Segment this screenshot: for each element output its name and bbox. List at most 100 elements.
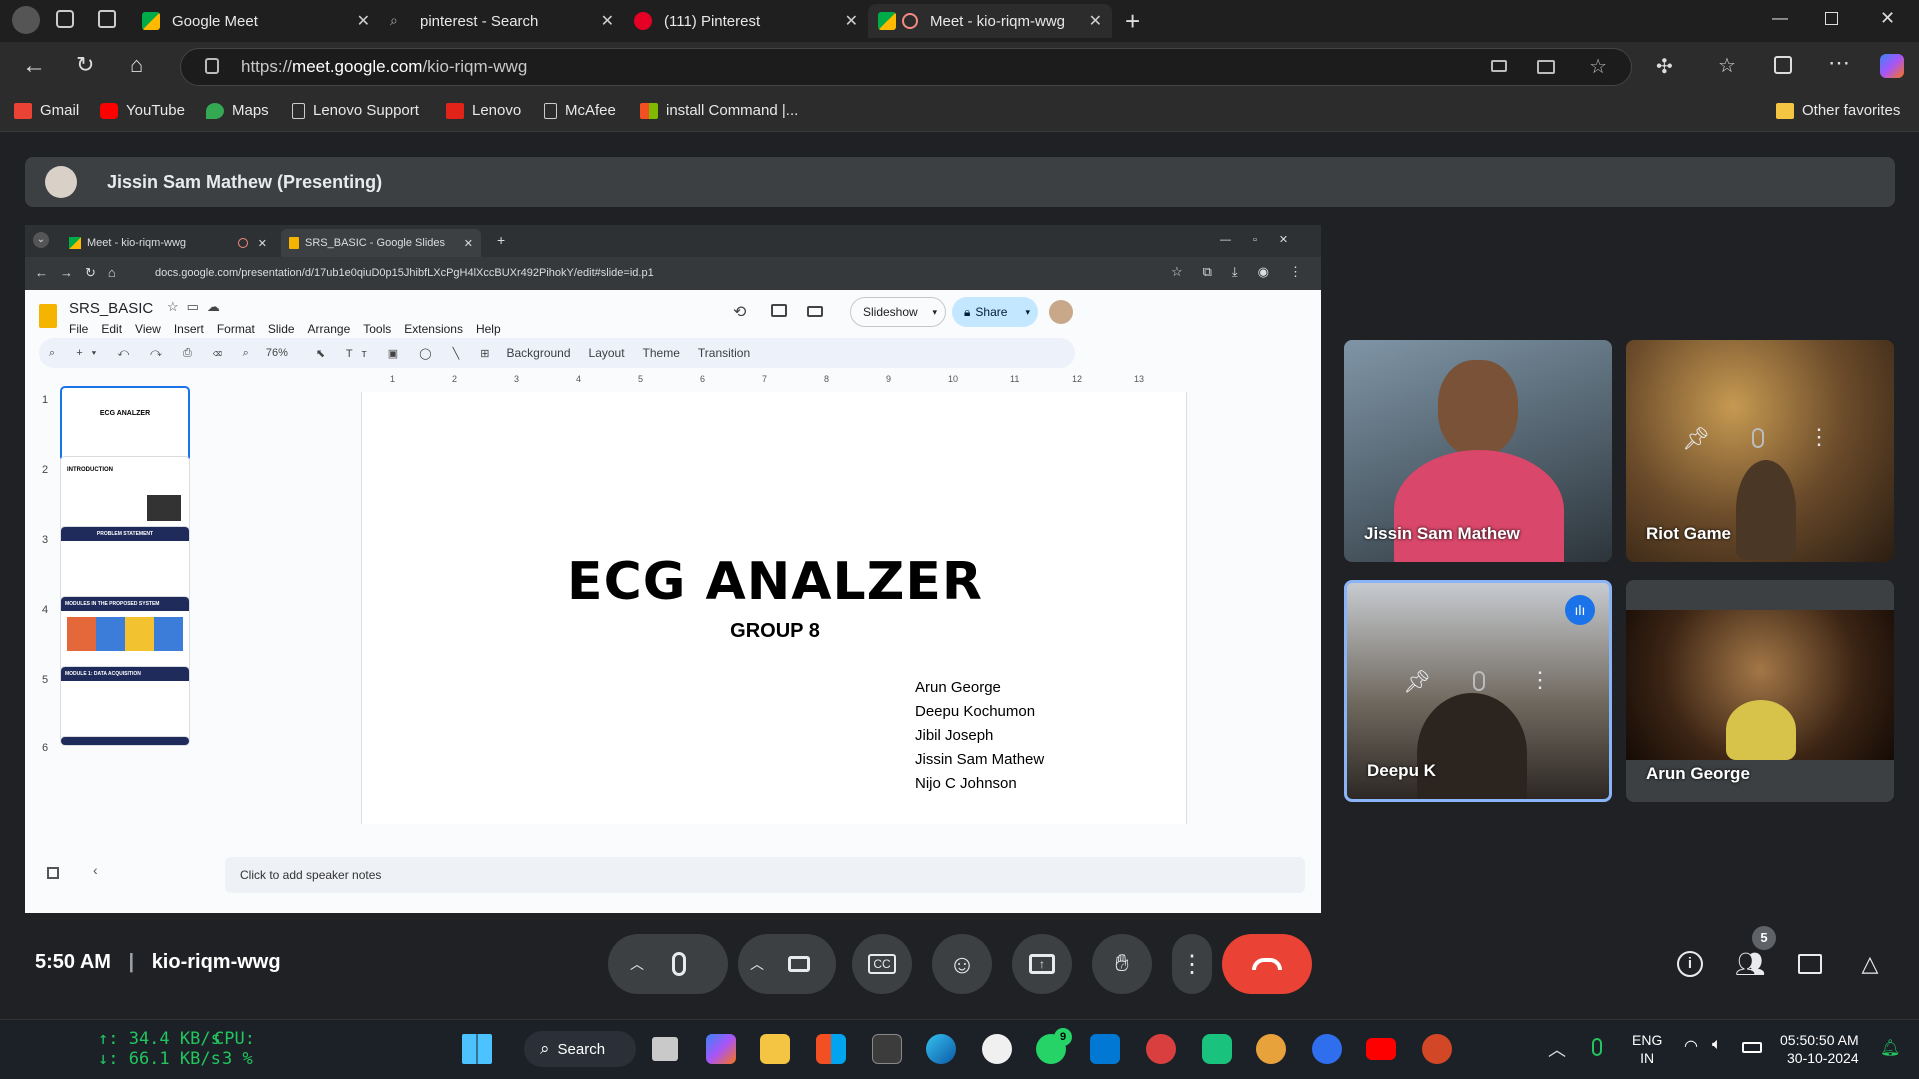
cast-icon[interactable] xyxy=(1537,60,1555,74)
participant-tile-active[interactable]: ılı 📌︎ ⋮ Deepu K xyxy=(1344,580,1612,802)
more-options-button[interactable]: ⋮ xyxy=(1172,934,1212,994)
favorite-lenovo[interactable]: Lenovo xyxy=(446,102,521,119)
copilot-icon[interactable] xyxy=(706,1034,736,1064)
microphone-icon[interactable] xyxy=(1473,671,1485,691)
chat-button[interactable] xyxy=(1792,946,1828,982)
wifi-icon[interactable]: ◠ xyxy=(1684,1036,1698,1056)
profile-avatar[interactable] xyxy=(12,6,40,34)
camera-in-use-icon[interactable] xyxy=(1491,60,1507,72)
favorites-icon[interactable]: ☆ xyxy=(1718,53,1736,78)
task-view-icon[interactable] xyxy=(652,1037,678,1061)
new-tab-button[interactable]: + xyxy=(1125,6,1140,37)
favorite-gmail[interactable]: Gmail xyxy=(14,102,79,119)
address-bar[interactable]: https://meet.google.com/kio-riqm-wwg ☆ xyxy=(180,48,1632,86)
close-window-button[interactable]: ✕ xyxy=(1880,8,1895,29)
meeting-details-button[interactable]: i xyxy=(1672,946,1708,982)
browser-tab-pinterest[interactable]: (111) Pinterest ✕ xyxy=(624,4,868,38)
chat-icon[interactable] xyxy=(1798,954,1822,974)
emoji-icon[interactable]: ☺ xyxy=(949,949,976,980)
present-button[interactable]: ↑ xyxy=(1012,934,1072,994)
maximize-button[interactable] xyxy=(1825,12,1838,25)
microphone-icon[interactable] xyxy=(1592,1038,1602,1056)
favorite-lenovo-support[interactable]: Lenovo Support xyxy=(292,102,419,119)
language-indicator[interactable]: ENG IN xyxy=(1632,1031,1662,1067)
more-options-icon[interactable]: ⋮ xyxy=(1808,424,1830,450)
chevron-up-icon[interactable]: ︿ xyxy=(1548,1036,1566,1062)
battery-icon[interactable] xyxy=(1742,1042,1762,1053)
hand-icon[interactable]: ✋︎ xyxy=(1115,950,1129,978)
camera-icon[interactable] xyxy=(788,956,810,972)
whatsapp-badge: 9 xyxy=(1054,1028,1072,1046)
browser-tab-pinterest-search[interactable]: ⌕ pinterest - Search ✕ xyxy=(380,4,624,38)
favorite-star-icon[interactable]: ☆ xyxy=(1589,54,1607,79)
app-icon[interactable] xyxy=(1146,1034,1176,1064)
chevron-up-icon[interactable]: ︿ xyxy=(750,954,764,974)
activities-button[interactable]: △ xyxy=(1852,946,1888,982)
back-button[interactable]: ← xyxy=(22,52,46,80)
pin-icon[interactable]: 📌︎ xyxy=(1403,669,1431,695)
raise-hand-button[interactable]: ✋︎ xyxy=(1092,934,1152,994)
refresh-button[interactable]: ↻ xyxy=(76,52,94,78)
menu-format: Format xyxy=(216,322,255,336)
powerpoint-icon[interactable] xyxy=(1422,1034,1452,1064)
volume-icon[interactable]: 🔈︎ xyxy=(1712,1036,1722,1054)
tab-title: Meet - kio-riqm-wwg xyxy=(930,12,1066,30)
audio-options-button[interactable]: ︿ xyxy=(608,934,728,994)
close-icon[interactable]: ✕ xyxy=(1089,11,1102,31)
workspaces-icon[interactable] xyxy=(56,10,74,28)
app-icon[interactable] xyxy=(1312,1034,1342,1064)
vscode-icon[interactable] xyxy=(1090,1034,1120,1064)
people-icon[interactable]: 👥︎ xyxy=(1735,950,1765,979)
microphone-icon[interactable] xyxy=(672,952,686,976)
participant-tile[interactable]: Arun George xyxy=(1626,580,1894,802)
app-icon[interactable] xyxy=(1256,1034,1286,1064)
extensions-icon[interactable]: ✣ xyxy=(1656,54,1673,79)
start-windows-icon[interactable] xyxy=(462,1034,492,1064)
pin-icon[interactable]: 📌︎ xyxy=(1682,426,1710,452)
edge-icon[interactable] xyxy=(926,1034,956,1064)
microphone-icon[interactable] xyxy=(1752,428,1764,448)
collections-icon[interactable] xyxy=(1774,56,1792,74)
slide-thumbnail: INTRODUCTION xyxy=(60,456,190,532)
leave-call-button[interactable] xyxy=(1222,934,1312,994)
info-icon[interactable]: i xyxy=(1677,951,1703,977)
captions-button[interactable]: CC xyxy=(852,934,912,994)
microsoft-store-icon[interactable] xyxy=(816,1034,846,1064)
participant-tile[interactable]: Jissin Sam Mathew xyxy=(1344,340,1612,562)
favorite-other-folder[interactable]: Other favorites xyxy=(1776,102,1900,119)
reactions-button[interactable]: ☺ xyxy=(932,934,992,994)
people-button[interactable]: 👥︎ xyxy=(1732,946,1768,982)
minimize-button[interactable]: — xyxy=(1772,10,1788,28)
file-explorer-icon[interactable] xyxy=(760,1034,790,1064)
browser-tab-meet-active[interactable]: Meet - kio-riqm-wwg ✕ xyxy=(868,4,1112,38)
clock[interactable]: 05:50:50 AM 30-10-2024 xyxy=(1780,1031,1859,1067)
activities-icon[interactable]: △ xyxy=(1862,951,1879,977)
github-icon[interactable] xyxy=(982,1034,1012,1064)
home-button[interactable]: ⌂ xyxy=(130,52,143,78)
favorite-maps[interactable]: Maps xyxy=(206,102,269,119)
copilot-icon[interactable] xyxy=(1880,54,1904,78)
youtube-icon[interactable] xyxy=(1366,1038,1396,1060)
more-options-icon[interactable]: ⋮ xyxy=(1529,667,1551,693)
chevron-up-icon[interactable]: ︿ xyxy=(630,954,644,974)
present-screen-icon[interactable]: ↑ xyxy=(1029,954,1055,974)
participant-tile[interactable]: 📌︎ ⋮ Riot Game xyxy=(1626,340,1894,562)
more-menu-icon[interactable]: ⋯ xyxy=(1828,50,1850,76)
lock-icon[interactable] xyxy=(205,58,219,74)
close-icon[interactable]: ✕ xyxy=(601,11,614,31)
more-vert-icon[interactable]: ⋮ xyxy=(1180,950,1204,979)
browser-tab-google-meet[interactable]: Google Meet ✕ xyxy=(132,4,380,38)
notification-bell-icon[interactable]: 🔔︎ xyxy=(1880,1038,1900,1058)
favorite-install-command[interactable]: install Command |... xyxy=(640,102,798,119)
terminal-icon[interactable] xyxy=(872,1034,902,1064)
end-call-icon[interactable] xyxy=(1252,958,1282,970)
close-icon[interactable]: ✕ xyxy=(845,11,858,31)
favorite-youtube[interactable]: YouTube xyxy=(100,102,185,119)
taskbar-search[interactable]: ⌕ Search xyxy=(524,1031,636,1067)
captions-icon[interactable]: CC xyxy=(868,954,896,974)
close-icon[interactable]: ✕ xyxy=(357,11,370,31)
video-options-button[interactable]: ︿ xyxy=(738,934,836,994)
chatgpt-icon[interactable] xyxy=(1202,1034,1232,1064)
favorite-mcafee[interactable]: McAfee xyxy=(544,102,616,119)
vertical-tabs-icon[interactable] xyxy=(98,10,116,28)
